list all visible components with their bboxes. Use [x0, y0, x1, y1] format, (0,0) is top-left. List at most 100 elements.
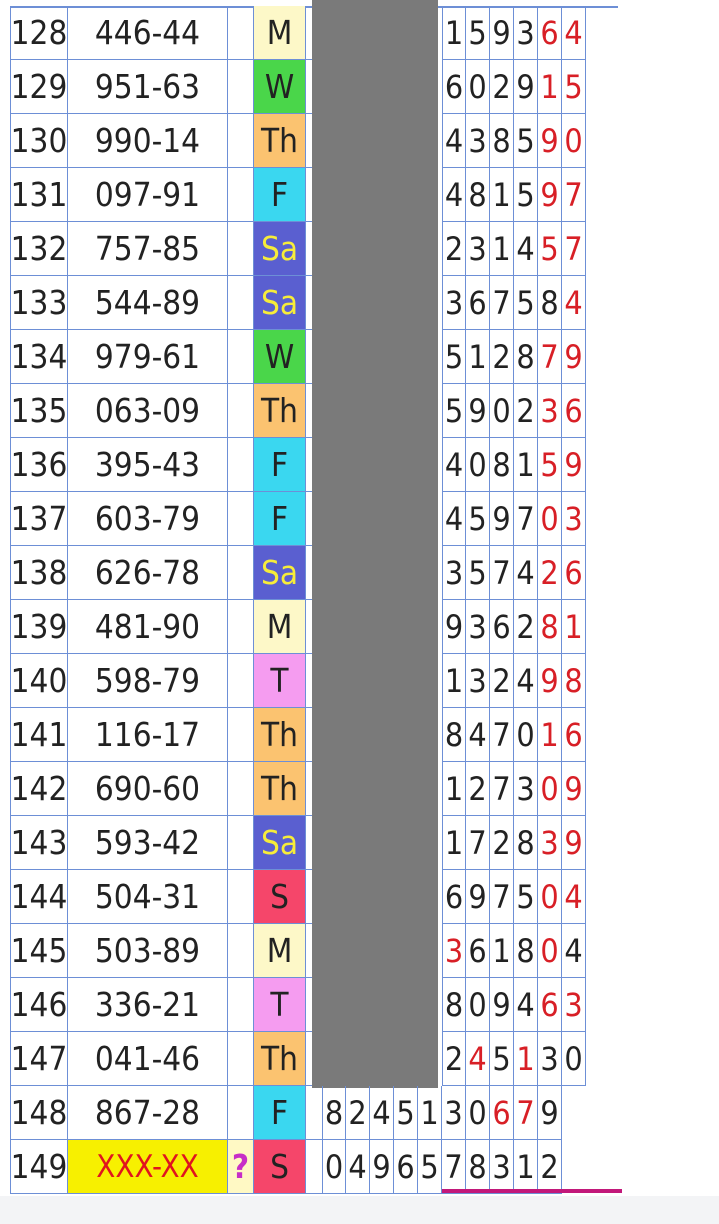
digit-cell: 3: [562, 978, 586, 1032]
digit-cell: 9: [442, 600, 466, 654]
gap-cell: [306, 384, 312, 438]
digit-cell: 2: [514, 600, 538, 654]
digit-cell: 1: [442, 816, 466, 870]
digit-cell: 2: [442, 1032, 466, 1086]
table-row: 144 504-31 S 6 9 7 5 0 4: [0, 870, 719, 924]
gap-cell: [306, 276, 312, 330]
digit-cell: 6: [394, 1140, 418, 1194]
day-badge: M: [254, 6, 306, 60]
digit-cell: 5: [562, 60, 586, 114]
digit-cell: 0: [466, 978, 490, 1032]
digit-cell: 7: [490, 870, 514, 924]
digit-cell: 5: [466, 546, 490, 600]
table-row: 135 063-09 Th 5 9 0 2 3 6: [0, 384, 719, 438]
gap-cell: [306, 924, 312, 978]
digit-cell: 8: [514, 924, 538, 978]
spacer-cell: [228, 762, 254, 816]
table-row: 147 041-46 Th 2 4 5 1 3 0: [0, 1032, 719, 1086]
draw-result: XXX-XX: [68, 1140, 228, 1194]
digit-cell: 2: [490, 654, 514, 708]
table-row: 129 951-63 W 6 0 2 9 1 5: [0, 60, 719, 114]
spacer-cell: [228, 546, 254, 600]
row-number: 130: [10, 114, 68, 168]
table-row: 140 598-79 T 1 3 2 4 9 8: [0, 654, 719, 708]
draw-result: 593-42: [68, 816, 228, 870]
day-badge: Th: [254, 708, 306, 762]
table-row: 141 116-17 Th 8 4 7 0 1 6: [0, 708, 719, 762]
day-badge: F: [254, 1086, 306, 1140]
digit-cell: 4: [466, 1032, 490, 1086]
spacer-cell: [228, 222, 254, 276]
digit-cell: 3: [538, 1032, 562, 1086]
day-badge: Th: [254, 384, 306, 438]
row-number: 143: [10, 816, 68, 870]
draw-result: 041-46: [68, 1032, 228, 1086]
gap-cell: [306, 1032, 312, 1086]
digit-cell: 8: [490, 114, 514, 168]
day-badge: Th: [254, 1032, 306, 1086]
digit-cell: 6: [442, 60, 466, 114]
digit-cell: 7: [490, 276, 514, 330]
row-number: 134: [10, 330, 68, 384]
table-row: 128 446-44 M 1 5 9 3 6 4: [0, 6, 719, 60]
digit-cell: 0: [466, 60, 490, 114]
digit-cell: 3: [514, 762, 538, 816]
draw-result: 544-89: [68, 276, 228, 330]
digit-cell: 4: [346, 1140, 370, 1194]
row-number: 149: [10, 1140, 68, 1194]
digit-cell: 9: [466, 870, 490, 924]
gap-cell: [306, 6, 312, 60]
digit-cell: 9: [562, 816, 586, 870]
table-row: 148 867-28 F 8 2 4 5 1 3 0 6 7 9: [0, 1086, 719, 1140]
digit-cell: 7: [514, 492, 538, 546]
digit-cell: 9: [490, 492, 514, 546]
digit-cell: 2: [490, 330, 514, 384]
spacer-cell: [228, 168, 254, 222]
gap-cell: [306, 762, 312, 816]
digit-cell: 2: [514, 384, 538, 438]
spacer-cell: [228, 1032, 254, 1086]
digit-cell: 8: [466, 1140, 490, 1194]
digit-cell: 8: [514, 816, 538, 870]
draw-result: 503-89: [68, 924, 228, 978]
table-row: 142 690-60 Th 1 2 7 3 0 9: [0, 762, 719, 816]
gap-cell: [306, 114, 312, 168]
row-number: 136: [10, 438, 68, 492]
draw-result: 504-31: [68, 870, 228, 924]
gap-cell: [306, 438, 312, 492]
day-badge: F: [254, 168, 306, 222]
row-number: 135: [10, 384, 68, 438]
digit-cell: 5: [466, 6, 490, 60]
table-row: 133 544-89 Sa 3 6 7 5 8 4: [0, 276, 719, 330]
draw-result: 757-85: [68, 222, 228, 276]
day-badge: Sa: [254, 276, 306, 330]
digit-cell: 4: [514, 978, 538, 1032]
gap-cell: [306, 546, 312, 600]
digit-cell: 4: [562, 924, 586, 978]
table-row: 130 990-14 Th 4 3 8 5 9 0: [0, 114, 719, 168]
draw-result: 979-61: [68, 330, 228, 384]
gap-cell: [306, 492, 312, 546]
draw-result: 395-43: [68, 438, 228, 492]
digit-cell: 0: [562, 1032, 586, 1086]
digit-cell: 3: [442, 1086, 466, 1140]
digit-cell: 6: [466, 276, 490, 330]
digit-cell: 7: [490, 708, 514, 762]
draw-result: 063-09: [68, 384, 228, 438]
digit-cell: 4: [442, 492, 466, 546]
digit-cell: 9: [562, 762, 586, 816]
digit-cell: 1: [514, 1032, 538, 1086]
row-number: 146: [10, 978, 68, 1032]
digit-cell: 0: [466, 1086, 490, 1140]
digit-cell: 5: [394, 1086, 418, 1140]
digit-cell: 1: [466, 330, 490, 384]
digit-cell: 3: [538, 384, 562, 438]
row-number: 147: [10, 1032, 68, 1086]
digit-cell: 9: [490, 978, 514, 1032]
spacer-cell: [228, 276, 254, 330]
digit-cell: 0: [538, 870, 562, 924]
digit-cell: 8: [322, 1086, 346, 1140]
spacer-cell: [228, 492, 254, 546]
highlight-underline: [442, 1189, 622, 1193]
spacer-cell: [228, 330, 254, 384]
